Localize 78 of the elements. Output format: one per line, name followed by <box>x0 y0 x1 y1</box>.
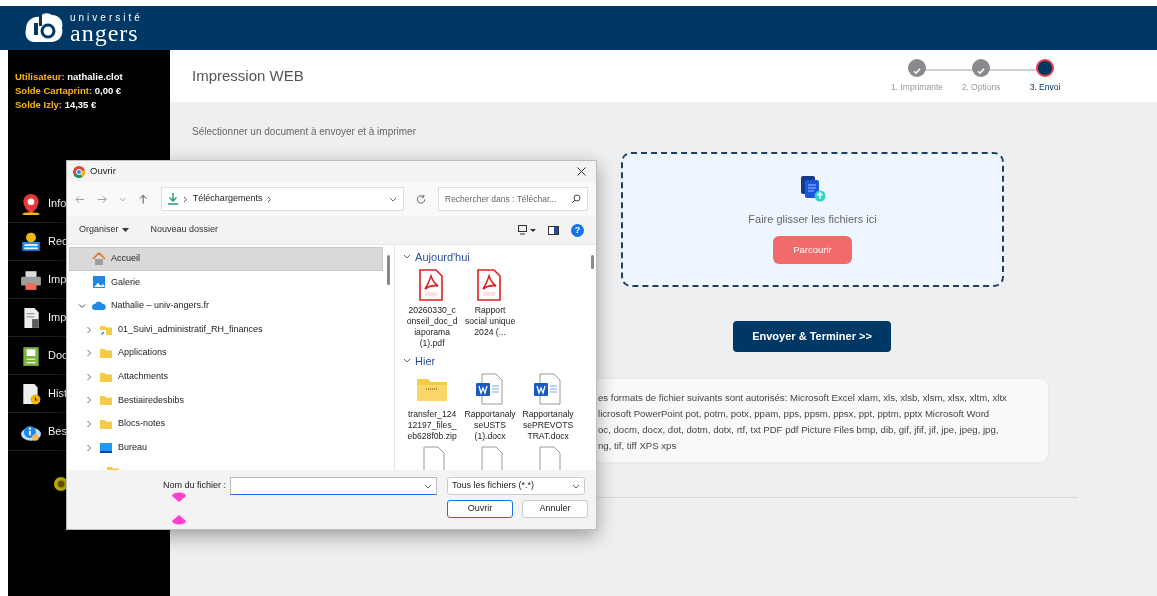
preview-pane-icon[interactable] <box>548 225 559 235</box>
refresh-icon[interactable] <box>415 193 426 205</box>
nav-item[interactable]: Applications <box>69 341 383 365</box>
back-icon[interactable] <box>75 194 86 204</box>
address-bar[interactable]: Téléchargements <box>160 187 404 211</box>
file-name-field[interactable] <box>230 477 437 495</box>
upload-files-icon <box>798 175 827 204</box>
user-info-line: Solde Izly: 14,35 € <box>15 98 98 112</box>
home-icon <box>92 251 106 266</box>
caret-icon <box>121 228 129 232</box>
nav-item[interactable]: Blocs-notes <box>69 412 383 436</box>
group-header[interactable]: Hier <box>403 353 589 369</box>
search-icon <box>571 194 581 204</box>
formats-text: es formats de fichier suivants sont autorisés: Microsoft Excel xlam, xls, xlsb, xlsm, xlsx, xltm, xltx <box>598 391 1008 405</box>
logo-text: université <box>70 13 143 23</box>
nav-item[interactable]: Galerie <box>69 270 383 295</box>
file-name[interactable]: 20260330_conseil_doc_diaporama (1).pdf <box>406 305 459 349</box>
chevron-down-icon[interactable] <box>78 302 86 310</box>
up-icon[interactable] <box>138 193 147 205</box>
folder-icon <box>99 346 113 361</box>
folder-icon <box>99 393 113 408</box>
chevron-down-icon <box>403 254 412 260</box>
nav-item[interactable]: 01_Suivi_administratif_RH_finances <box>69 317 383 342</box>
formats-text: oc, docm, docx, dot, dotm, dotx, rtf, txt PDF pdf Picture Files bmp, dib, gif, jfif, jif, jpe, jpeg, jpg, <box>598 423 1000 437</box>
nav-item[interactable]: Bestiairedesbibs <box>69 388 383 413</box>
chevron-down-icon <box>403 358 412 364</box>
view-icon[interactable] <box>518 225 536 235</box>
file-name-label: Nom du fichier : <box>161 479 227 493</box>
chevron-down-icon[interactable] <box>388 196 397 202</box>
step-label: 1. Imprimante <box>891 80 943 94</box>
file-name[interactable]: Rapport social unique 2024 (... <box>464 305 517 338</box>
browser-icon <box>73 165 85 178</box>
organize-menu[interactable]: Organiser <box>79 223 129 237</box>
chevron-right-icon[interactable] <box>85 396 93 405</box>
drop-hint: Faire glisser les fichiers ici <box>748 212 877 228</box>
formats-text: licrosoft PowerPoint pot, potm, potx, ppam, pps, ppsm, ppsx, ppt, pptm, pptx Microsoft Word <box>598 407 991 421</box>
chevron-right-icon[interactable] <box>85 325 93 334</box>
cloud-icon <box>92 299 106 313</box>
chevron-right-icon[interactable] <box>85 419 93 428</box>
page-title: Impression WEB <box>192 65 304 86</box>
chevron-right-icon[interactable] <box>85 349 93 358</box>
search-field[interactable]: Rechercher dans : Téléchar... <box>438 187 588 211</box>
chevron-right-icon[interactable] <box>85 372 93 381</box>
nav-item[interactable]: Attachments <box>69 364 383 389</box>
user-info-line: Utilisateur: nathalie.clot <box>15 70 124 84</box>
nav-item[interactable]: Nathalie – univ-angers.fr <box>69 294 383 318</box>
group-header[interactable]: Aujourd'hui <box>403 249 589 265</box>
download-icon <box>167 193 178 205</box>
user-info-line: Solde Cartaprint: 0,00 € <box>15 84 123 98</box>
formats-text: ng, tif, tiff XPS xps <box>598 439 678 453</box>
dialog-title: Ouvrir <box>90 164 117 179</box>
step-label: 3. Envoi <box>1029 80 1061 94</box>
marker-icon <box>171 492 187 503</box>
forward-icon[interactable] <box>97 194 108 204</box>
help-button[interactable]: ? <box>571 223 584 237</box>
cancel-button[interactable]: Annuler <box>522 500 588 518</box>
nav-item[interactable]: Bureau <box>69 435 383 460</box>
picture-icon <box>92 275 106 290</box>
file-name[interactable]: RapportanalyseUSTS (1).docx <box>464 409 517 442</box>
nav-item[interactable]: Accueil <box>69 247 383 271</box>
instruction-text: Sélectionner un document à envoyer et à imprimer <box>192 125 417 139</box>
chevron-right-icon <box>267 195 273 203</box>
step-label: 2. Options <box>961 80 1001 94</box>
chevron-right-icon <box>182 195 188 203</box>
file-name[interactable]: transfer_12412197_files_eb628f0b.zip <box>406 409 459 442</box>
desktop-icon <box>99 440 113 455</box>
open-button[interactable]: Ouvrir <box>447 500 513 518</box>
drop-zone[interactable]: Faire glisser les fichiers ici Parcourir <box>621 152 1004 287</box>
file-name[interactable]: RapportanalysePREVOTSTRAT.docx <box>522 409 575 442</box>
chevron-down-icon[interactable] <box>424 484 432 489</box>
marker-icon <box>171 514 187 525</box>
new-folder-button[interactable]: Nouveau dossier <box>150 223 219 237</box>
file-type-select[interactable]: Tous les fichiers (*.*) <box>447 477 585 495</box>
chevron-down-icon <box>572 483 580 489</box>
close-icon[interactable] <box>577 167 586 176</box>
send-button[interactable]: Envoyer & Terminer >> <box>733 321 891 352</box>
chevron-right-icon[interactable] <box>85 443 93 452</box>
address-text: Téléchargements <box>192 192 263 206</box>
